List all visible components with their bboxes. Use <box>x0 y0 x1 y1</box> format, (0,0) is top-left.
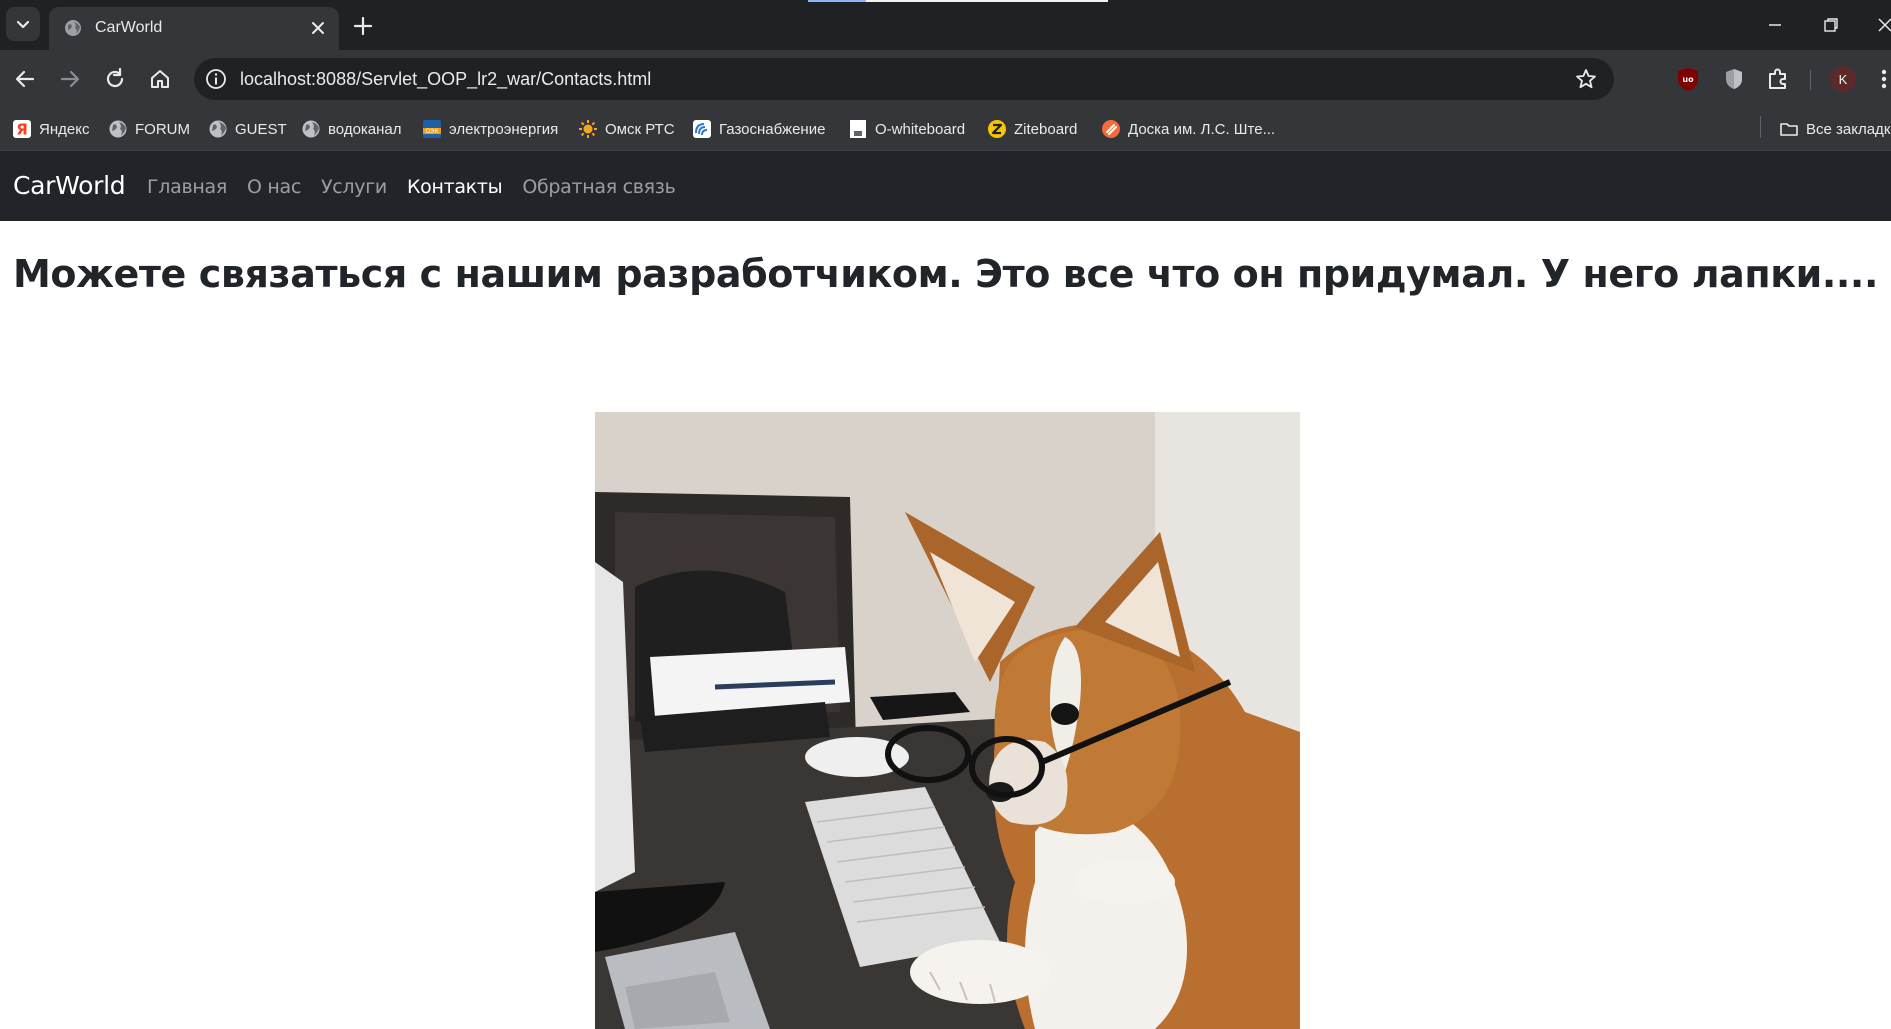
reload-icon[interactable] <box>102 66 128 92</box>
bookmark-item[interactable]: Омск РТС <box>578 117 675 141</box>
svg-text:Я: Я <box>16 121 28 139</box>
ziteboard-icon <box>988 120 1006 138</box>
yandex-icon: Я <box>13 120 31 139</box>
bookmark-item[interactable]: O-whiteboard <box>848 117 965 141</box>
profile-avatar[interactable]: K <box>1830 66 1856 92</box>
bookmark-item[interactable]: Доска им. Л.С. Ште... <box>1101 117 1275 141</box>
tab-search-button[interactable] <box>6 7 40 41</box>
bookmark-star-icon[interactable] <box>1574 67 1598 91</box>
site-navbar: CarWorld Главная О нас Услуги Контакты О… <box>0 151 1891 221</box>
tab-title: CarWorld <box>95 19 163 36</box>
menu-dots-icon[interactable] <box>1876 65 1891 93</box>
energy-icon: ОЭК <box>423 120 441 138</box>
extensions-puzzle-icon[interactable] <box>1764 65 1792 93</box>
site-info-icon[interactable] <box>204 67 228 91</box>
bookmark-item[interactable]: ОЭК электроэнергия <box>422 117 558 141</box>
bookmarks-separator <box>1760 116 1761 138</box>
globe-icon <box>109 120 127 138</box>
whiteboard-icon <box>850 120 866 138</box>
tab-loading-indicator <box>808 0 1108 2</box>
plus-icon[interactable] <box>350 13 376 39</box>
sun-icon <box>579 120 597 138</box>
bookmark-item[interactable]: GUEST <box>208 117 287 141</box>
browser-tab-strip: CarWorld <box>0 0 1891 50</box>
gas-icon <box>693 120 711 138</box>
chevron-down-icon <box>16 20 30 29</box>
nav-link-feedback[interactable]: Обратная связь <box>522 176 675 198</box>
globe-icon <box>65 20 81 36</box>
bookmark-item[interactable]: Газоснабжение <box>692 117 825 141</box>
restore-icon[interactable] <box>1820 14 1842 36</box>
ublock-icon[interactable]: uo <box>1674 65 1702 93</box>
close-icon[interactable] <box>309 19 327 37</box>
address-bar[interactable]: localhost:8088/Servlet_OOP_lr2_war/Conta… <box>194 58 1614 100</box>
page-heading: Можете связаться с нашим разработчиком. … <box>13 252 1878 296</box>
nav-link-home[interactable]: Главная <box>147 176 227 198</box>
globe-icon <box>302 120 320 138</box>
globe-icon <box>209 120 227 138</box>
bookmark-item[interactable]: водоканал <box>301 117 402 141</box>
home-icon[interactable] <box>147 66 173 92</box>
back-icon[interactable] <box>12 66 38 92</box>
nav-link-about[interactable]: О нас <box>247 176 301 198</box>
forward-icon[interactable] <box>57 66 83 92</box>
corgi-image <box>595 412 1300 1029</box>
svg-text:uo: uo <box>1682 75 1694 84</box>
browser-toolbar: localhost:8088/Servlet_OOP_lr2_war/Conta… <box>0 50 1891 108</box>
all-bookmarks-button[interactable]: Все закладки <box>1779 117 1891 141</box>
svg-text:ОЭК: ОЭК <box>425 128 439 135</box>
bookmarks-bar: Я Яндекс FORUM GUEST водоканал ОЭК элект… <box>0 108 1891 151</box>
shield-icon[interactable] <box>1720 65 1748 93</box>
nav-link-contacts[interactable]: Контакты <box>407 176 503 198</box>
minimize-icon[interactable] <box>1764 14 1786 36</box>
bookmark-item[interactable]: Ziteboard <box>987 117 1077 141</box>
browser-tab[interactable]: CarWorld <box>49 7 339 50</box>
developer-photo <box>595 412 1300 1029</box>
nav-link-services[interactable]: Услуги <box>321 176 387 198</box>
address-url[interactable]: localhost:8088/Servlet_OOP_lr2_war/Conta… <box>240 69 651 90</box>
folder-icon <box>1780 123 1798 136</box>
bookmark-item[interactable]: Я Яндекс <box>12 117 89 141</box>
toolbar-separator <box>1810 70 1811 90</box>
bookmark-item[interactable]: FORUM <box>108 117 190 141</box>
site-brand-link[interactable]: CarWorld <box>13 171 126 200</box>
close-window-icon[interactable] <box>1874 14 1891 36</box>
board-icon <box>1102 120 1120 138</box>
site-nav-links: Главная О нас Услуги Контакты Обратная с… <box>147 176 696 198</box>
